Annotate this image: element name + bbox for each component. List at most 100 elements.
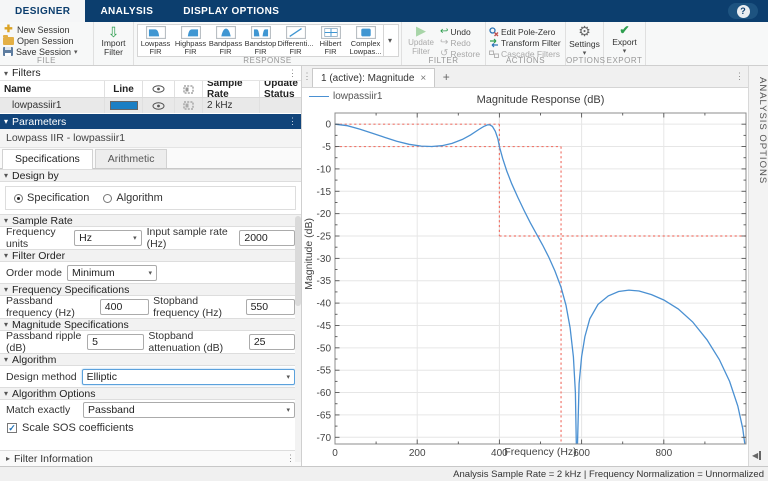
design-by-group: Specification Algorithm <box>5 186 296 210</box>
hilbert-fir-button[interactable]: Hilbert FIR <box>313 25 348 56</box>
order-mode-select[interactable]: Minimum ▾ <box>67 264 158 281</box>
algorithm-header[interactable]: ▾ Algorithm <box>0 353 301 366</box>
stopband-attenuation-field[interactable]: 25 <box>248 334 295 350</box>
chevron-down-icon: ▾ <box>74 48 78 56</box>
collapse-triangle-icon: ▾ <box>4 389 9 398</box>
help-button[interactable]: ? <box>728 3 758 19</box>
update-filter-button[interactable]: ▶ Update Filter <box>404 24 438 57</box>
tab-display-options[interactable]: DISPLAY OPTIONS <box>168 0 294 22</box>
gear-icon: ⚙ <box>578 23 591 39</box>
left-panel: ▾ Filters ⋮ Name Line Sample Rate Update… <box>0 66 302 466</box>
chevron-down-icon: ▾ <box>622 48 627 55</box>
algorithm-options-header[interactable]: ▾ Algorithm Options <box>0 387 301 400</box>
ribbon-tab-bar: DESIGNER ANALYSIS DISPLAY OPTIONS ? <box>0 0 768 22</box>
scale-sos-checkbox[interactable]: ✓ Scale SOS coefficients <box>0 420 301 436</box>
panel-menu-icon[interactable]: ⋮ <box>735 71 744 82</box>
differentiator-fir-button[interactable]: Differenti... FIR <box>277 25 314 56</box>
figure-area: 0 200 400 600 800 0 -5 -10 -15 -20 -25 -30 -35 -40 -45… <box>302 88 748 466</box>
frequency-units-select[interactable]: Hz ▾ <box>74 230 142 246</box>
magnitude-response-plot: 0 200 400 600 8000-5-10-15-20-25-30-35-40-45… <box>317 112 747 459</box>
import-filter-button[interactable]: ⇩ Import Filter <box>96 25 131 57</box>
lowpass-fir-button[interactable]: Lowpass FIR <box>138 25 173 56</box>
tab-analysis[interactable]: ANALYSIS <box>85 0 168 22</box>
checkbox-checked-icon: ✓ <box>7 423 17 433</box>
mask-icon <box>183 85 194 93</box>
tab-designer[interactable]: DESIGNER <box>0 0 86 22</box>
tab-specifications[interactable]: Specifications <box>2 149 93 169</box>
bandpass-fir-label: Bandpass FIR <box>208 39 243 56</box>
passband-frequency-field[interactable]: 400 <box>99 299 150 315</box>
filters-panel-header[interactable]: ▾ Filters ⋮ <box>0 66 301 81</box>
radio-specification[interactable]: Specification <box>14 192 89 204</box>
complex-lowpass-button[interactable]: Complex Lowpas... <box>348 25 383 56</box>
analysis-options-strip[interactable]: ANALYSIS OPTIONS ◀ <box>748 66 768 466</box>
transform-filter-label: Transform Filter <box>501 37 561 48</box>
col-sample-rate: Sample Rate <box>203 81 260 97</box>
frequency-units-label: Frequency units <box>6 226 56 250</box>
radio-algorithm-label: Algorithm <box>116 192 163 204</box>
filter-order-header[interactable]: ▾ Filter Order <box>0 249 301 262</box>
design-by-header[interactable]: ▾ Design by <box>0 169 301 182</box>
new-session-button[interactable]: ✚ New Session <box>3 24 90 35</box>
folder-icon <box>3 34 14 45</box>
magnitude-tab[interactable]: 1 (active): Magnitude × <box>312 68 436 87</box>
expand-panel-icon[interactable]: ◀ <box>752 451 762 460</box>
open-session-button[interactable]: Open Session <box>3 34 90 46</box>
main-area: ▾ Filters ⋮ Name Line Sample Rate Update… <box>0 66 768 466</box>
options-section-label: OPTIONS <box>566 56 606 65</box>
undo-label: Undo <box>450 26 471 37</box>
svg-text:-55: -55 <box>317 366 332 377</box>
passband-ripple-field[interactable]: 5 <box>87 334 145 350</box>
highpass-fir-button[interactable]: Highpass FIR <box>173 25 208 56</box>
help-icon: ? <box>736 4 750 18</box>
design-method-select[interactable]: Elliptic ▾ <box>81 368 295 385</box>
panel-handle-icon[interactable]: ⋮ <box>302 66 312 87</box>
parameters-panel-header[interactable]: ▾ Parameters ⋮ <box>0 114 301 129</box>
add-tab-button[interactable]: + <box>435 66 457 87</box>
bandpass-fir-button[interactable]: Bandpass FIR <box>208 25 243 56</box>
edit-pole-zero-button[interactable]: Edit Pole-Zero <box>489 26 563 37</box>
line-color-swatch[interactable] <box>109 101 138 110</box>
ribbon-section-import: ⇩ Import Filter <box>94 22 134 65</box>
tab-arithmetic[interactable]: Arithmetic <box>94 149 168 168</box>
stopband-attenuation-label: Stopband attenuation (dB) <box>148 330 224 354</box>
svg-text:-25: -25 <box>317 232 332 243</box>
ribbon: ✚ New Session Open Session Save Session … <box>0 22 768 66</box>
settings-button[interactable]: ⚙ Settings ▾ <box>567 23 602 58</box>
gallery-expand-button[interactable]: ▾ <box>383 25 396 56</box>
undo-button[interactable]: ↩ Undo <box>440 26 480 37</box>
input-sample-rate-field[interactable]: 2000 <box>239 230 295 246</box>
radio-algorithm[interactable]: Algorithm <box>103 192 163 204</box>
status-bar: Analysis Sample Rate = 2 kHz | Frequency… <box>0 466 768 481</box>
bandstop-fir-button[interactable]: Bandstop FIR <box>243 25 278 56</box>
panel-menu-icon[interactable]: ⋮ <box>288 116 297 127</box>
lowpass-fir-icon <box>145 26 166 39</box>
collapse-triangle-icon: ▾ <box>4 251 9 260</box>
col-name: Name <box>0 81 105 97</box>
visibility-toggle[interactable] <box>143 98 175 113</box>
chevron-down-icon: ▾ <box>286 373 290 381</box>
scrollbar-thumb[interactable] <box>295 216 301 306</box>
filter-information-header[interactable]: ▸ Filter Information ⋮ <box>0 450 301 466</box>
redo-button[interactable]: ↪ Redo <box>440 37 480 48</box>
design-by-label: Design by <box>12 169 59 182</box>
close-icon[interactable]: × <box>420 73 426 84</box>
open-session-label: Open Session <box>17 35 74 46</box>
svg-text:-20: -20 <box>317 209 332 220</box>
left-panel-scrollbar[interactable] <box>295 216 301 462</box>
panel-menu-icon[interactable]: ⋮ <box>286 453 295 464</box>
order-mode-label: Order mode <box>6 266 63 279</box>
filters-title: Filters <box>12 67 41 79</box>
filter-row-lowpassiir1[interactable]: lowpassiir1 2 kHz <box>0 98 301 113</box>
panel-menu-icon[interactable]: ⋮ <box>288 68 297 79</box>
mask-toggle[interactable] <box>175 98 203 113</box>
svg-text:-40: -40 <box>317 299 332 310</box>
radio-dot-icon <box>14 193 23 203</box>
match-exactly-select[interactable]: Passband ▾ <box>83 402 295 418</box>
frequency-units-value: Hz <box>79 232 92 244</box>
transform-filter-button[interactable]: Transform Filter <box>489 37 563 48</box>
export-button[interactable]: ✔ Export ▾ <box>605 24 644 56</box>
stopband-frequency-field[interactable]: 550 <box>245 299 295 315</box>
ribbon-section-options: ⚙ Settings ▾ OPTIONS <box>566 22 606 65</box>
filter-name: lowpassiir1 <box>0 98 105 113</box>
